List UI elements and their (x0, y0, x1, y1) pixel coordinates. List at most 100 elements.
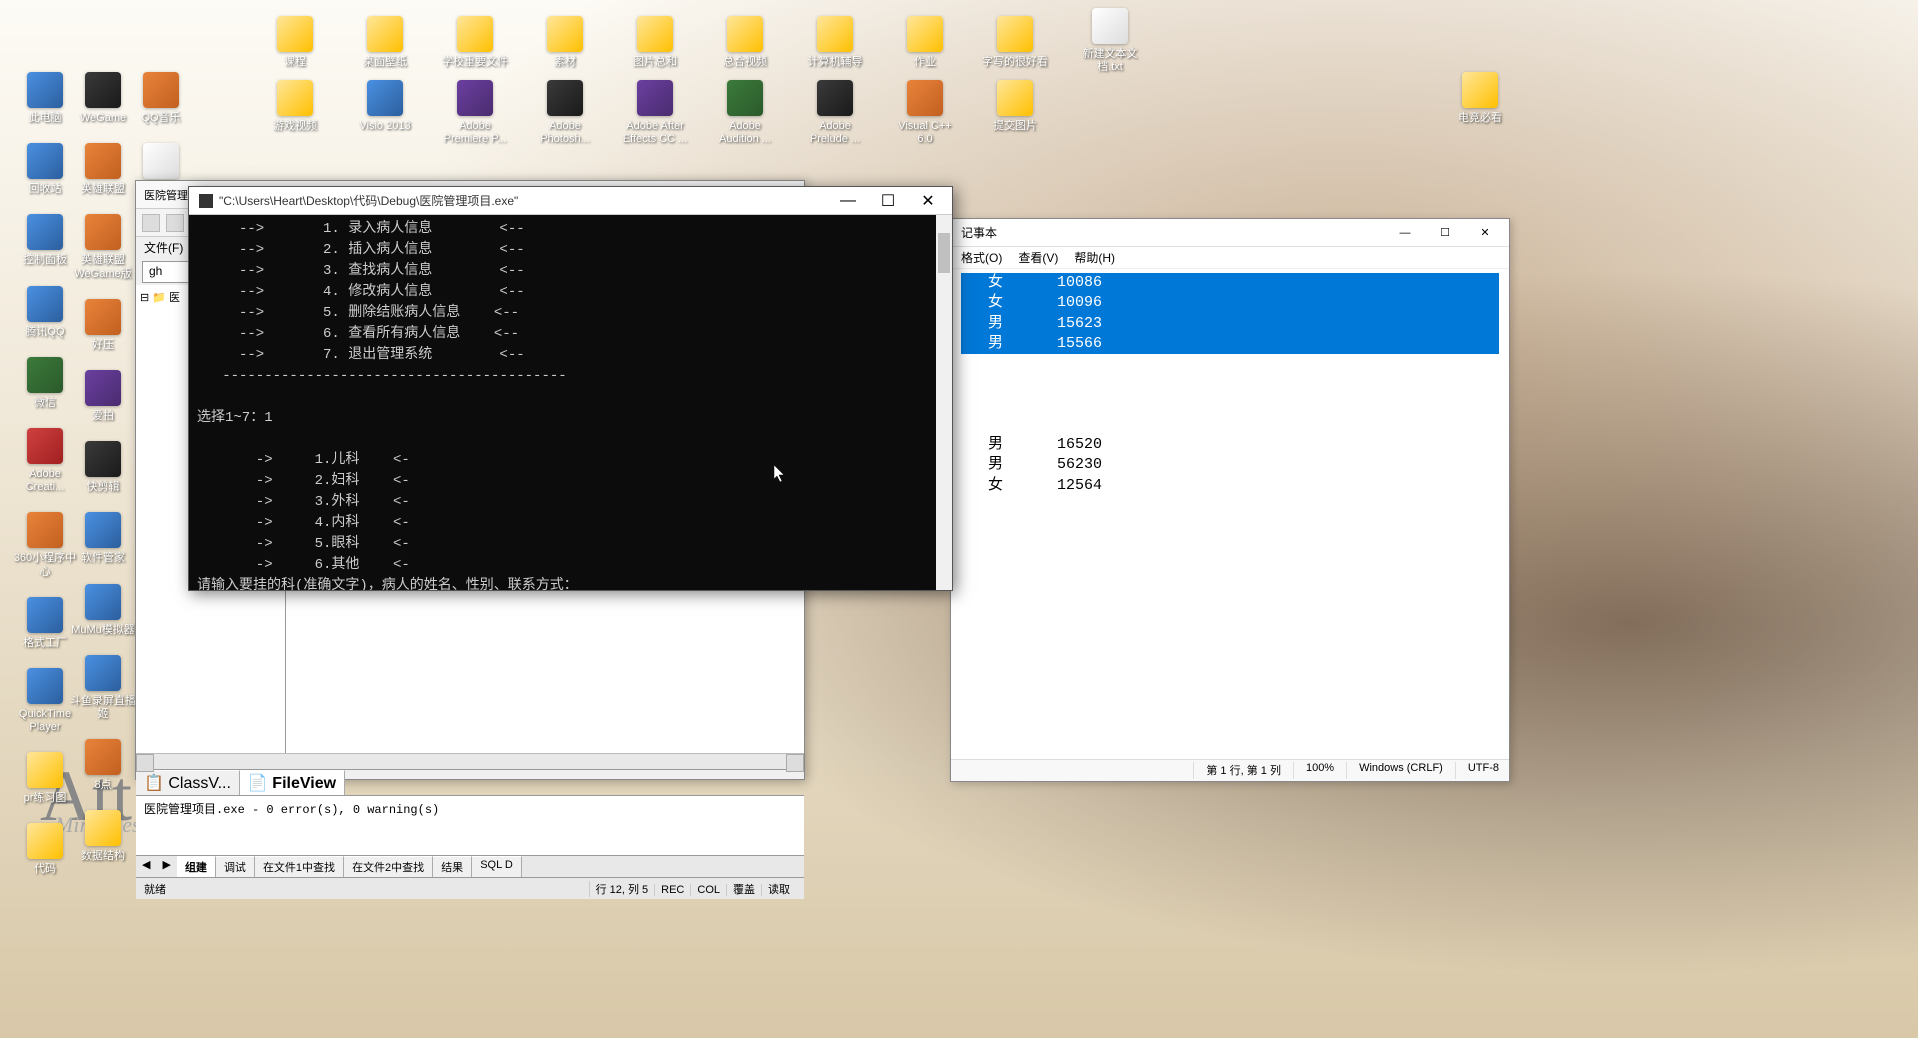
desktop-icon[interactable]: 提交图片 (980, 80, 1050, 146)
vs-sidebar-tab[interactable]: 📄 FileView (240, 770, 345, 795)
desktop-icon[interactable]: Visual C++ 6.0 (890, 80, 960, 146)
icon-label: 控制面板 (23, 254, 67, 267)
maximize-button[interactable]: ☐ (868, 188, 908, 214)
desktop-icon[interactable]: 总合视频 (710, 16, 780, 69)
notepad-menu-item[interactable]: 帮助(H) (1074, 249, 1115, 266)
close-button[interactable]: ✕ (908, 188, 948, 214)
icon-label: 此电脑 (29, 112, 62, 125)
toolbar-icon[interactable] (142, 214, 160, 232)
notepad-body[interactable]: 女 10086 女 10096 男 15623 男 15566 男 16520 … (951, 269, 1509, 759)
vs-sidebar-tab[interactable]: 📋 ClassV... (136, 770, 240, 795)
notepad-menu: 格式(O) 查看(V) 帮助(H) (951, 247, 1509, 269)
vs-output-tab[interactable]: 结果 (433, 856, 472, 877)
desktop-icon[interactable]: 爱拍 (68, 370, 138, 423)
desktop-icon[interactable]: MuMu模拟器 (68, 584, 138, 637)
minimize-button[interactable]: — (828, 188, 868, 214)
app-icon (85, 72, 121, 108)
notepad-titlebar[interactable]: 记事本 — ☐ ✕ (951, 219, 1509, 247)
folder-icon (997, 80, 1033, 116)
build-output-line: 医院管理项目.exe - 0 error(s), 0 warning(s) (144, 800, 796, 817)
vs-output-tabs: ◀ ▶ 组建调试在文件1中查找在文件2中查找结果SQL D (136, 855, 804, 877)
desktop-icon[interactable]: 斗鱼录屏直播姬 (68, 655, 138, 721)
vs-hscroll[interactable] (136, 753, 804, 769)
notepad-window[interactable]: 记事本 — ☐ ✕ 格式(O) 查看(V) 帮助(H) 女 10086 女 1009… (950, 218, 1510, 782)
icon-label: 8点 (94, 779, 111, 792)
maximize-button[interactable]: ☐ (1425, 220, 1465, 246)
icon-label: Adobe Premiere P... (440, 120, 510, 146)
desktop-icon[interactable]: 桌面壁纸 (350, 16, 420, 69)
notepad-statusbar: 第 1 行, 第 1 列 100% Windows (CRLF) UTF-8 (951, 759, 1509, 781)
status-flag: COL (690, 884, 726, 896)
status-position: 行 12, 列 5 (589, 881, 655, 897)
icon-label: 腾讯QQ (25, 326, 64, 339)
desktop-icon[interactable]: 新建文本文档.txt (1075, 8, 1145, 74)
app-icon (85, 584, 121, 620)
vs-output-tab[interactable]: 在文件2中查找 (344, 856, 433, 877)
folder-icon (817, 16, 853, 52)
folder-icon (367, 16, 403, 52)
desktop-icon[interactable]: 数据结构 (68, 810, 138, 863)
vs-output-tab[interactable]: 组建 (177, 856, 216, 877)
desktop-icon[interactable]: Adobe Audition ... (710, 80, 780, 146)
folder-icon (727, 16, 763, 52)
app-icon (457, 80, 493, 116)
toolbar-icon[interactable] (166, 214, 184, 232)
desktop-icon[interactable]: Adobe Premiere P... (440, 80, 510, 146)
desktop-icon[interactable]: Adobe Photosh... (530, 80, 600, 146)
notepad-menu-item[interactable]: 查看(V) (1018, 249, 1058, 266)
console-text: --> 1. 录入病人信息 <-- --> 2. 插入病人信息 <-- --> … (197, 219, 944, 590)
notepad-line-selected: 男 15566 (961, 334, 1499, 354)
icon-label: 快剪辑 (87, 481, 120, 494)
desktop-icon[interactable]: Adobe Prelude ... (800, 80, 870, 146)
status-flag: 覆盖 (726, 884, 761, 896)
scrollbar-thumb[interactable] (938, 233, 950, 273)
icon-label: 格式工厂 (23, 637, 67, 650)
menu-file[interactable]: 文件(F) (144, 241, 183, 255)
desktop-icon[interactable]: QQ音乐 (126, 72, 196, 125)
desktop-icon[interactable]: 好压 (68, 299, 138, 352)
vs-output-tab[interactable]: 调试 (216, 856, 255, 877)
notepad-line: 女 12564 (961, 476, 1499, 496)
desktop-icon[interactable]: 图片总和 (620, 16, 690, 69)
console-titlebar[interactable]: "C:\Users\Heart\Desktop\代码\Debug\医院管理项目.… (189, 187, 952, 215)
desktop-icon[interactable]: 电竞必看 (1445, 72, 1515, 125)
app-icon (27, 512, 63, 548)
icon-label: Adobe After Effects CC ... (620, 120, 690, 146)
vs-output-tab[interactable]: SQL D (472, 856, 522, 877)
icon-label: 学校重要文件 (442, 56, 508, 69)
desktop-icon[interactable]: 作业 (890, 16, 960, 69)
desktop-icon[interactable]: 素材 (530, 16, 600, 69)
icon-label: 图片总和 (633, 56, 677, 69)
close-button[interactable]: ✕ (1465, 220, 1505, 246)
desktop-icon[interactable]: 计算机辅导 (800, 16, 870, 69)
app-icon (27, 214, 63, 250)
icon-label: 总合视频 (723, 56, 767, 69)
minimize-button[interactable]: — (1385, 220, 1425, 246)
vs-output[interactable]: 医院管理项目.exe - 0 error(s), 0 warning(s) (136, 795, 804, 855)
folder-icon (457, 16, 493, 52)
desktop-icon[interactable]: 软件管家 (68, 512, 138, 565)
icon-label: Visual C++ 6.0 (890, 120, 960, 146)
console-window[interactable]: "C:\Users\Heart\Desktop\代码\Debug\医院管理项目.… (188, 186, 953, 591)
console-title-text: "C:\Users\Heart\Desktop\代码\Debug\医院管理项目.… (219, 192, 518, 209)
desktop-icon[interactable]: 快剪辑 (68, 441, 138, 494)
desktop-icon[interactable]: Adobe After Effects CC ... (620, 80, 690, 146)
vs-output-tab[interactable]: 在文件1中查找 (255, 856, 344, 877)
folder-icon (277, 16, 313, 52)
desktop-icon[interactable]: 课程 (260, 16, 330, 69)
notepad-line-selected: 女 10086 (961, 273, 1499, 293)
desktop-icon[interactable]: 8点 (68, 739, 138, 792)
desktop-icon[interactable]: 学校重要文件 (440, 16, 510, 69)
app-icon (27, 428, 63, 464)
console-output[interactable]: --> 1. 录入病人信息 <-- --> 2. 插入病人信息 <-- --> … (189, 215, 952, 590)
desktop-icon[interactable]: 游戏视频 (260, 80, 330, 146)
icon-label: MuMu模拟器 (71, 624, 135, 637)
icon-label: Adobe Prelude ... (800, 120, 870, 146)
desktop-icon[interactable]: Visio 2013 (350, 80, 420, 146)
icon-label: 课程 (284, 56, 306, 69)
scrollbar[interactable] (936, 215, 952, 590)
notepad-menu-item[interactable]: 格式(O) (961, 249, 1002, 266)
desktop-icon[interactable]: 英雄联盟WeGame版 (68, 214, 138, 280)
desktop-icon[interactable]: 字写的很好看 (980, 16, 1050, 69)
app-icon (637, 80, 673, 116)
